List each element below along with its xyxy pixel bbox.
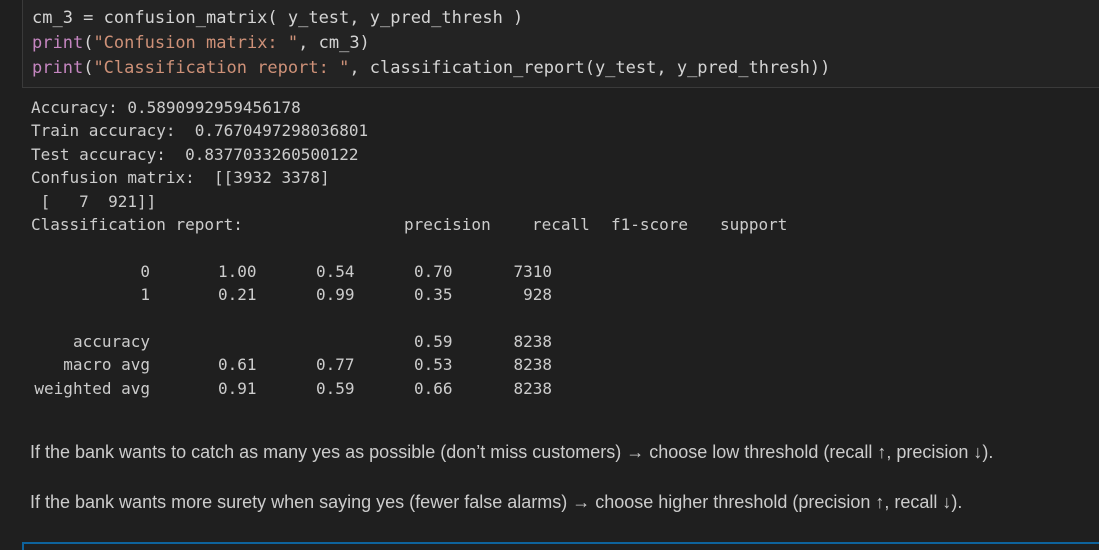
support-value: 8238 xyxy=(513,378,552,398)
train-accuracy-line: Train accuracy: 0.7670497298036801 xyxy=(31,121,369,141)
f1-value: 0.53 xyxy=(414,355,453,375)
string-literal: "Confusion matrix: " xyxy=(93,33,299,53)
report-row: 0 1.00 0.54 0.70 7310 xyxy=(31,260,1071,283)
recall-value: 0.99 xyxy=(316,285,355,305)
row-label: 0 xyxy=(140,261,150,281)
report-row: 1 0.21 0.99 0.35 928 xyxy=(31,283,1071,306)
print-keyword: print xyxy=(32,33,84,53)
recall-value: 0.59 xyxy=(316,378,355,398)
support-value: 8238 xyxy=(513,355,552,375)
header-precision: precision xyxy=(404,214,491,234)
paren: ( xyxy=(83,33,94,53)
header-support: support xyxy=(720,214,788,234)
report-header-row: Classification report: precision recall … xyxy=(31,213,1071,236)
header-f1-score: f1-score xyxy=(611,214,689,234)
recall-value: 0.54 xyxy=(316,261,355,281)
test-accuracy-line: Test accuracy: 0.8377033260500122 xyxy=(31,144,359,164)
cell-output: Accuracy: 0.5890992959456178 Train accur… xyxy=(31,96,1071,400)
precision-value: 1.00 xyxy=(218,261,257,281)
precision-value: 0.61 xyxy=(218,355,257,375)
markdown-paragraph-1: If the bank wants to catch as many yes a… xyxy=(30,442,994,462)
support-value: 928 xyxy=(523,285,552,305)
f1-value: 0.35 xyxy=(414,285,453,305)
summary-row: weighted avg 0.91 0.59 0.66 8238 xyxy=(31,377,1071,400)
precision-value: 0.21 xyxy=(218,285,257,305)
code-rest: , classification_report(y_test, y_pred_t… xyxy=(349,58,831,78)
recall-value: 0.77 xyxy=(316,355,355,375)
blank-row xyxy=(31,236,1071,259)
f1-value: 0.66 xyxy=(414,378,453,398)
string-literal: "Classification report: " xyxy=(93,58,350,78)
row-label: accuracy xyxy=(72,331,150,351)
f1-value: 0.59 xyxy=(414,331,453,351)
markdown-paragraph-2: If the bank wants more surety when sayin… xyxy=(30,492,963,512)
confusion-matrix-line-2: [ 7 921]] xyxy=(31,191,157,211)
code-rest: , cm_3) xyxy=(298,33,370,53)
accuracy-line: Accuracy: 0.5890992959456178 xyxy=(31,98,301,117)
row-label: weighted avg xyxy=(34,378,150,398)
code-line-3: print("Classification report: ", classif… xyxy=(32,58,830,78)
confusion-matrix-line-1: Confusion matrix: [[3932 3378] xyxy=(31,168,330,188)
next-cell-border[interactable] xyxy=(22,542,1099,550)
f1-value: 0.70 xyxy=(414,261,453,281)
header-recall: recall xyxy=(532,214,590,234)
summary-row: macro avg 0.61 0.77 0.53 8238 xyxy=(31,353,1071,376)
paren: ( xyxy=(83,58,94,78)
precision-value: 0.91 xyxy=(218,378,257,398)
summary-row: accuracy 0.59 8238 xyxy=(31,330,1071,353)
support-value: 8238 xyxy=(513,331,552,351)
code-cell[interactable]: cm_3 = confusion_matrix( y_test, y_pred_… xyxy=(22,0,1099,88)
code-line-2: print("Confusion matrix: ", cm_3) xyxy=(32,33,370,53)
print-keyword: print xyxy=(32,58,84,78)
blank-row xyxy=(31,307,1071,330)
row-label: 1 xyxy=(140,285,150,305)
row-label: macro avg xyxy=(63,355,150,375)
report-label: Classification report: xyxy=(31,214,253,234)
support-value: 7310 xyxy=(513,261,552,281)
code-line-1: cm_3 = confusion_matrix( y_test, y_pred_… xyxy=(32,8,524,28)
